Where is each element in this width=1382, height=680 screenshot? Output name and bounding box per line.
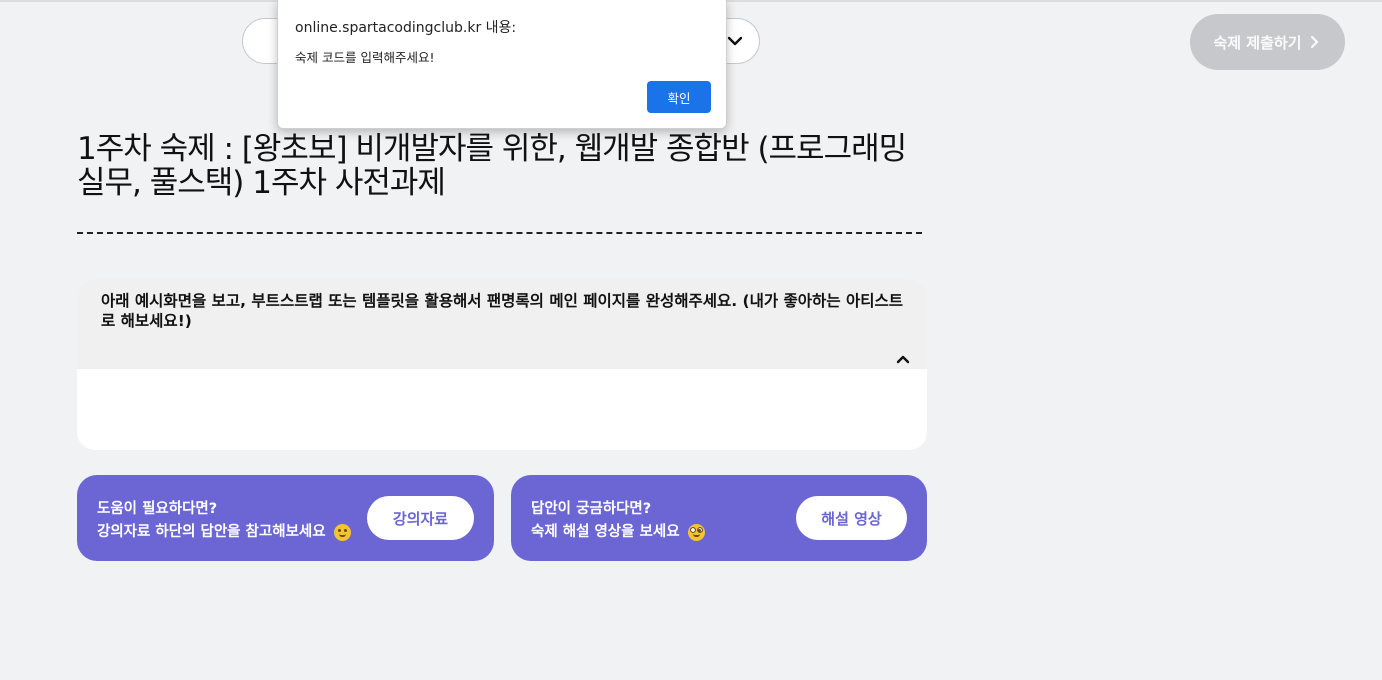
dialog-origin: online.spartacodingclub.kr 내용: [295, 20, 517, 36]
title-divider [77, 232, 922, 234]
submit-homework-button[interactable]: 숙제 제출하기 [1190, 14, 1345, 70]
chevron-down-icon [727, 36, 743, 46]
nerd-face-icon [687, 524, 705, 541]
help-video-heading: 답안이 궁금하다면? [531, 501, 652, 517]
help-video-card: 답안이 궁금하다면? 숙제 해설 영상을 보세요 해설 영상 [511, 475, 927, 561]
help-materials-card: 도움이 필요하다면? 강의자료 하단의 답안을 참고해보세요 강의자료 [77, 475, 494, 561]
dialog-message: 숙제 코드를 입력해주세요! [295, 50, 435, 65]
help-materials-heading: 도움이 필요하다면? [97, 501, 218, 517]
task-description: 아래 예시화면을 보고, 부트스트랩 또는 템플릿을 활용해서 팬명록의 메인 … [101, 292, 904, 330]
help-video-text: 숙제 해설 영상을 보세요 [531, 524, 680, 540]
chevron-right-icon [1310, 35, 1318, 49]
task-card-header[interactable]: 아래 예시화면을 보고, 부트스트랩 또는 템플릿을 활용해서 팬명록의 메인 … [77, 279, 927, 369]
submit-homework-label: 숙제 제출하기 [1213, 33, 1302, 52]
solution-video-button[interactable]: 해설 영상 [796, 496, 907, 540]
task-card: 아래 예시화면을 보고, 부트스트랩 또는 템플릿을 활용해서 팬명록의 메인 … [77, 279, 927, 450]
alert-dialog: online.spartacodingclub.kr 내용: 숙제 코드를 입력… [277, 0, 727, 129]
help-materials-line: 강의자료 하단의 답안을 참고해보세요 [97, 520, 351, 541]
dialog-ok-button[interactable]: 확인 [647, 81, 711, 113]
homework-title: 1주차 숙제 : [왕초보] 비개발자를 위한, 웹개발 종합반 (프로그래밍 … [77, 131, 907, 201]
winking-face-icon [333, 524, 351, 541]
chevron-up-icon[interactable] [895, 351, 911, 367]
help-materials-text: 강의자료 하단의 답안을 참고해보세요 [97, 524, 326, 540]
help-video-line: 숙제 해설 영상을 보세요 [531, 520, 705, 541]
lecture-materials-button[interactable]: 강의자료 [367, 496, 474, 540]
